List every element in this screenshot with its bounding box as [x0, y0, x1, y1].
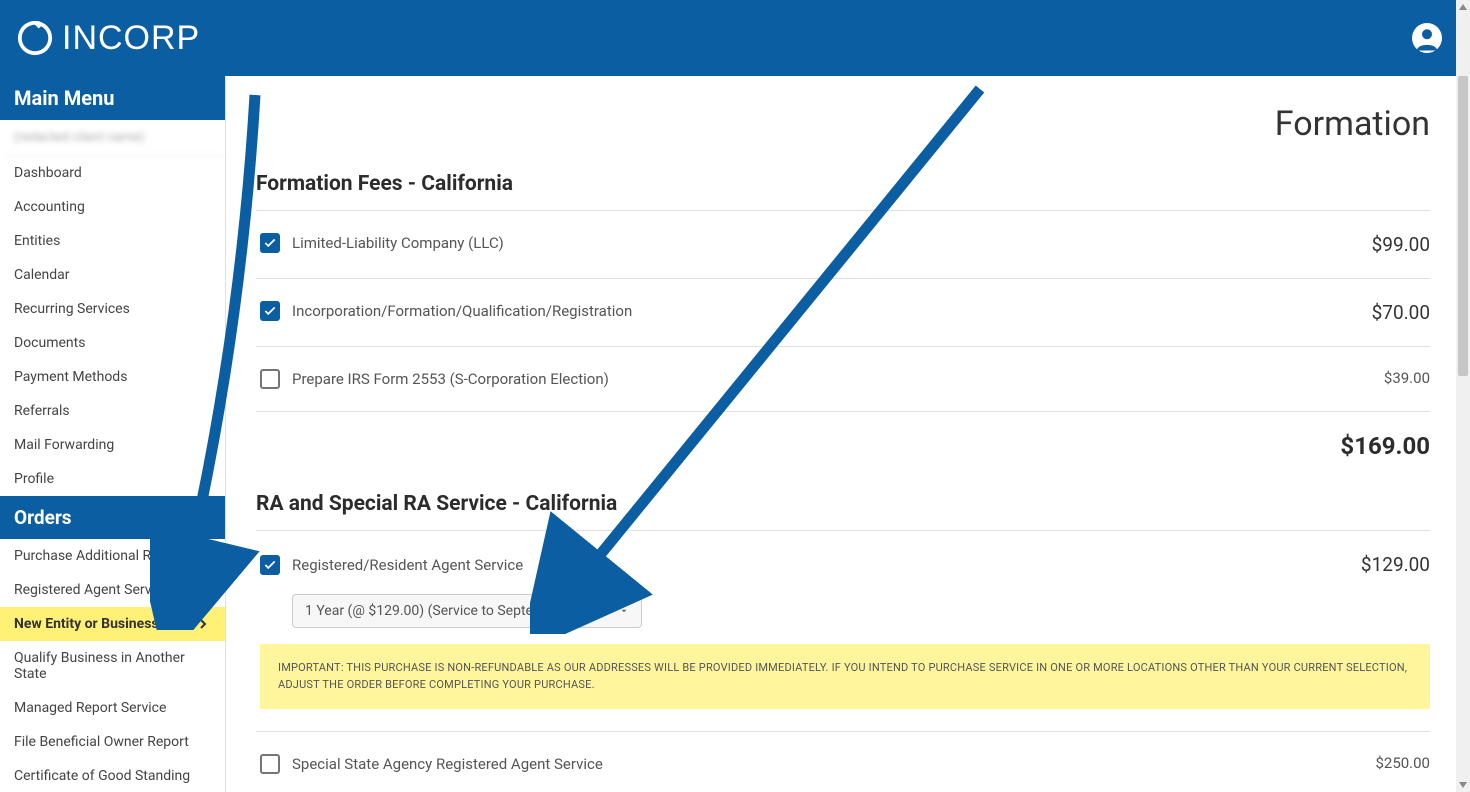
scroll-down-icon[interactable] [1458, 780, 1468, 790]
main-content: Formation Formation Fees - California Li… [226, 76, 1470, 792]
sidebar-item-dashboard[interactable]: Dashboard [0, 156, 225, 190]
brand-icon [16, 19, 54, 57]
scrollbar-thumb[interactable] [1458, 76, 1468, 376]
sidebar-item-accounting[interactable]: Accounting [0, 190, 225, 224]
sidebar-item-label: Entities [14, 233, 60, 249]
sidebar-item-label: Accounting [14, 199, 85, 215]
sidebar: Main Menu (redacted client name) Dashboa… [0, 76, 226, 792]
checkbox-irs2553[interactable] [260, 369, 280, 389]
formation-fees-section: Formation Fees - California Limited-Liab… [256, 172, 1430, 466]
scroll-up-icon[interactable] [1458, 2, 1468, 12]
sidebar-item-label: Profile [14, 471, 54, 487]
fee-price: $129.00 [1361, 553, 1430, 576]
checkbox-incorp[interactable] [260, 301, 280, 321]
sidebar-order-registered-agent[interactable]: Registered Agent Service [0, 573, 225, 607]
fee-label: Incorporation/Formation/Qualification/Re… [292, 302, 632, 320]
sidebar-item-label: Documents [14, 335, 85, 351]
sidebar-item-calendar[interactable]: Calendar [0, 258, 225, 292]
sidebar-order-beneficial-owner[interactable]: File Beneficial Owner Report [0, 725, 225, 759]
sidebar-item-label: Dashboard [14, 165, 82, 181]
sidebar-item-label: Qualify Business in Another State [14, 650, 211, 682]
sidebar-item-label: Payment Methods [14, 369, 127, 385]
fee-price: $99.00 [1372, 233, 1430, 256]
section-title: Formation Fees - California [256, 172, 1430, 196]
sidebar-item-label: Recurring Services [14, 301, 130, 317]
ra-service-section: RA and Special RA Service - California R… [256, 492, 1430, 792]
sidebar-item-label: Registered Agent Service [14, 582, 170, 598]
fee-label: Prepare IRS Form 2553 (S-Corporation Ele… [292, 370, 609, 388]
sidebar-item-label: Purchase Additional RA Years [14, 548, 199, 564]
sidebar-client-name: (redacted client name) [0, 120, 225, 156]
window-scrollbar[interactable] [1456, 0, 1470, 792]
formation-subtotal-row: $169.00 [256, 411, 1430, 466]
checkbox-special-ra[interactable] [260, 754, 280, 774]
brand-name: INCORP [62, 19, 200, 58]
fee-row-llc: Limited-Liability Company (LLC) $99.00 [256, 210, 1430, 278]
sidebar-item-label: New Entity or Business [14, 616, 159, 632]
sidebar-item-label: Calendar [14, 267, 70, 283]
fee-row-irs2553: Prepare IRS Form 2553 (S-Corporation Ele… [256, 346, 1430, 411]
fee-row-ra: Registered/Resident Agent Service $129.0… [256, 530, 1430, 731]
sidebar-order-qualify[interactable]: Qualify Business in Another State [0, 641, 225, 691]
sidebar-order-purchase-ra-years[interactable]: Purchase Additional RA Years [0, 539, 225, 573]
sidebar-order-good-standing[interactable]: Certificate of Good Standing [0, 759, 225, 792]
fee-price: $39.00 [1384, 369, 1430, 387]
sidebar-item-label: Certificate of Good Standing [14, 768, 190, 784]
sidebar-main-menu-header: Main Menu [0, 76, 225, 120]
fee-label: Special State Agency Registered Agent Se… [292, 755, 603, 773]
sidebar-item-entities[interactable]: Entities [0, 224, 225, 258]
chevron-down-icon [619, 606, 629, 616]
sidebar-item-payment[interactable]: Payment Methods [0, 360, 225, 394]
brand-logo[interactable]: INCORP [16, 19, 200, 58]
select-value: 1 Year (@ $129.00) (Service to September… [305, 603, 605, 619]
sidebar-item-profile[interactable]: Profile [0, 462, 225, 496]
sidebar-item-label: Referrals [14, 403, 70, 419]
fee-label: Registered/Resident Agent Service [292, 556, 523, 574]
chevron-right-icon [195, 616, 211, 632]
page-title: Formation [256, 104, 1430, 144]
checkbox-llc[interactable] [260, 233, 280, 253]
section-title: RA and Special RA Service - California [256, 492, 1430, 516]
sidebar-order-managed-report[interactable]: Managed Report Service [0, 691, 225, 725]
sidebar-item-label: File Beneficial Owner Report [14, 734, 189, 750]
fee-price: $70.00 [1372, 301, 1430, 324]
topbar: INCORP [0, 0, 1470, 76]
sidebar-item-mail[interactable]: Mail Forwarding [0, 428, 225, 462]
sidebar-item-recurring[interactable]: Recurring Services [0, 292, 225, 326]
sidebar-item-label: Managed Report Service [14, 700, 166, 716]
sidebar-item-documents[interactable]: Documents [0, 326, 225, 360]
checkbox-ra[interactable] [260, 555, 280, 575]
fee-label: Limited-Liability Company (LLC) [292, 234, 504, 252]
formation-subtotal: $169.00 [1340, 432, 1430, 460]
fee-price: $250.00 [1375, 754, 1430, 772]
sidebar-orders-header: Orders [0, 496, 225, 539]
sidebar-item-label: Mail Forwarding [14, 437, 114, 453]
sidebar-order-new-entity[interactable]: New Entity or Business [0, 607, 225, 641]
sidebar-item-referrals[interactable]: Referrals [0, 394, 225, 428]
user-icon[interactable] [1412, 23, 1442, 53]
fee-row-special-ra: Special State Agency Registered Agent Se… [256, 731, 1430, 792]
ra-term-select[interactable]: 1 Year (@ $129.00) (Service to September… [292, 594, 642, 628]
fee-row-incorp: Incorporation/Formation/Qualification/Re… [256, 278, 1430, 346]
ra-notice: IMPORTANT: THIS PURCHASE IS NON-REFUNDAB… [260, 644, 1430, 709]
